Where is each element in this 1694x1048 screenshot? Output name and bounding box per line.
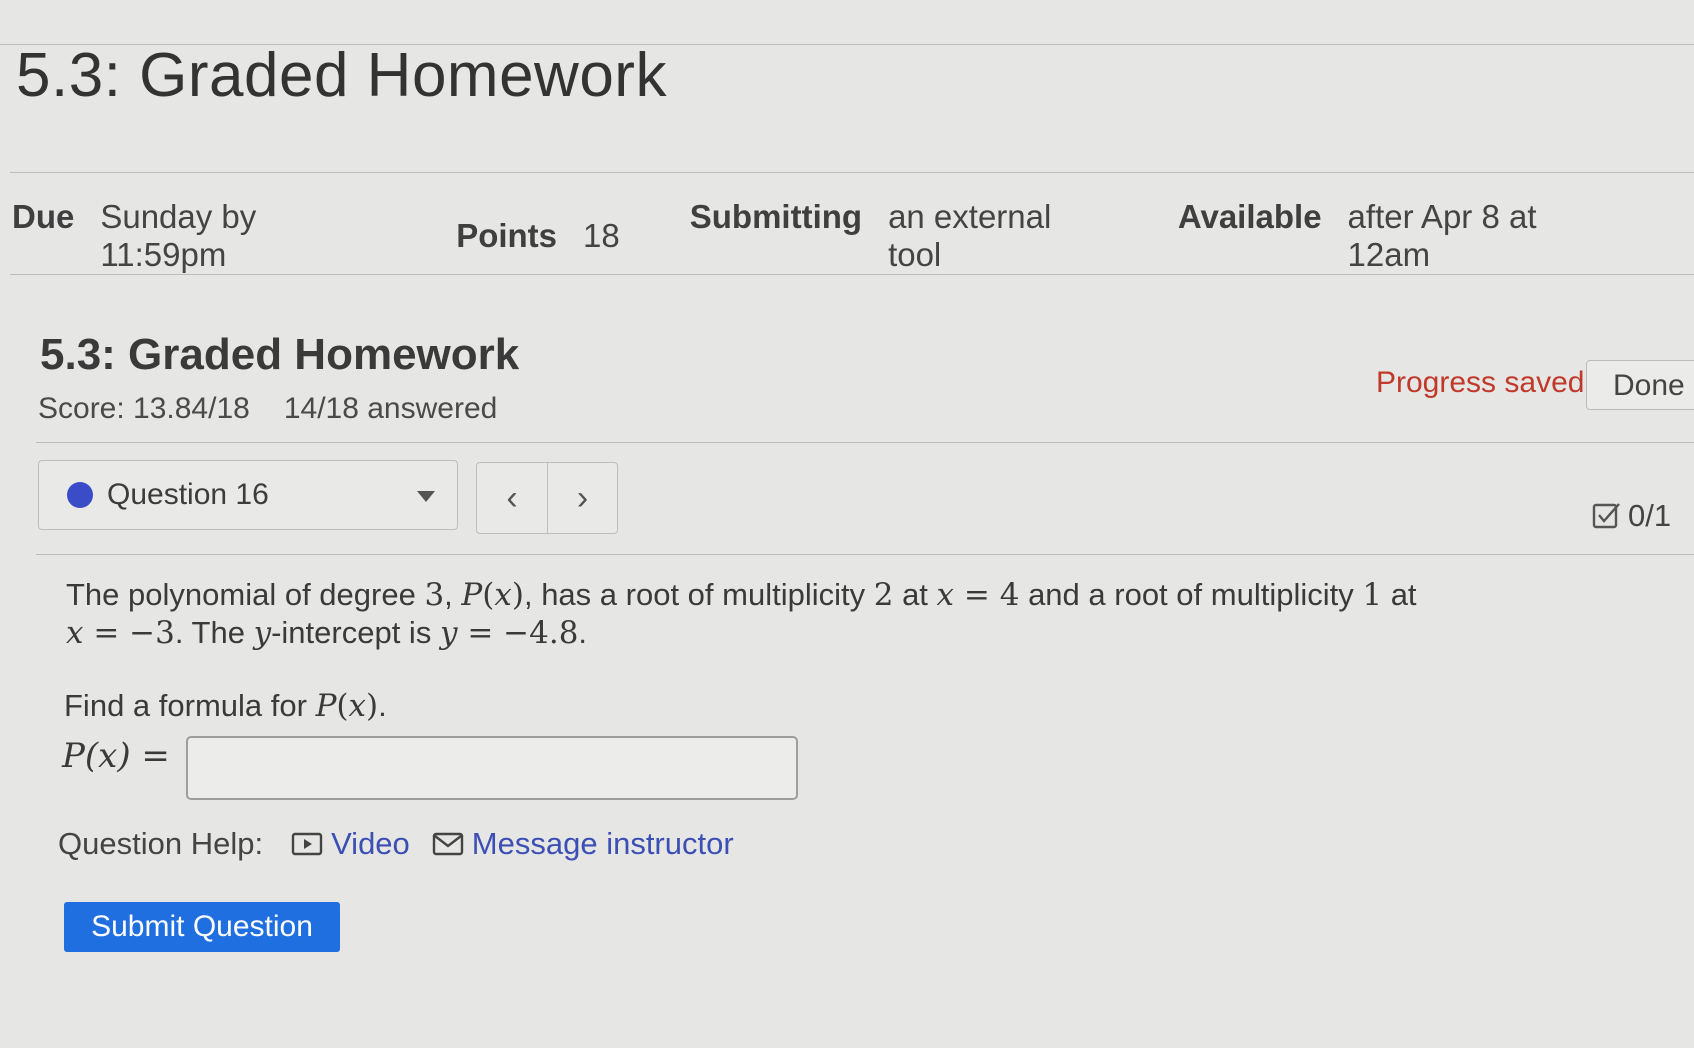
- message-instructor-label: Message instructor: [471, 826, 734, 861]
- progress-saved-status: Progress saved: [1376, 366, 1585, 399]
- question-select-label: Question 16: [107, 478, 269, 511]
- done-button[interactable]: Done: [1586, 360, 1694, 410]
- answer-input[interactable]: [186, 736, 798, 800]
- question-select[interactable]: Question 16: [38, 460, 458, 530]
- submitting-info: Submitting an external tool: [690, 198, 1108, 274]
- video-link[interactable]: Video: [291, 826, 410, 862]
- answered-count: 14/18 answered: [283, 392, 498, 425]
- assignment-details: Due Sunday by 11:59pm Points 18 Submitti…: [12, 198, 1692, 274]
- submitting-label: Submitting: [689, 198, 863, 235]
- next-question-button[interactable]: ›: [547, 463, 617, 533]
- video-icon: [291, 832, 323, 856]
- submit-question-button[interactable]: Submit Question: [64, 902, 340, 952]
- score-value: Score: 13.84/18: [38, 392, 250, 425]
- page-title: 5.3: Graded Homework: [16, 41, 667, 110]
- instruction-text: Find a formula for: [64, 688, 307, 723]
- caret-down-icon: [417, 491, 435, 502]
- chevron-left-icon: ‹: [506, 478, 518, 517]
- question-help: Question Help: Video Message instructor: [58, 826, 756, 862]
- message-instructor-link[interactable]: Message instructor: [432, 826, 734, 862]
- question-prompt: The polynomial of degree 3, P(x), has a …: [66, 577, 1417, 651]
- points-value: 18: [583, 217, 620, 254]
- divider: [36, 554, 1694, 555]
- question-nav: ‹ ›: [476, 462, 618, 534]
- points-info: Points 18: [456, 217, 620, 255]
- page: 5.3: Graded Homework Due Sunday by 11:59…: [0, 0, 1694, 1048]
- question-score-value: 0/1: [1628, 498, 1672, 533]
- divider: [10, 274, 1694, 275]
- due-label: Due: [12, 198, 75, 235]
- available-value: after Apr 8 at 12am: [1347, 198, 1537, 273]
- submitting-value: an external tool: [888, 198, 1052, 273]
- checkbox-icon: [1592, 503, 1620, 529]
- divider: [36, 442, 1694, 443]
- available-label: Available: [1177, 198, 1322, 235]
- due-info: Due Sunday by 11:59pm: [12, 198, 386, 274]
- question-score: 0/1: [1592, 498, 1671, 534]
- video-link-label: Video: [331, 826, 410, 861]
- divider: [10, 172, 1694, 173]
- mail-icon: [432, 832, 463, 856]
- score-summary: Score: 13.84/18 14/18 answered: [38, 392, 531, 426]
- question-status-dot: [67, 482, 93, 508]
- previous-question-button[interactable]: ‹: [477, 463, 547, 533]
- chevron-right-icon: ›: [576, 478, 589, 517]
- homework-title: 5.3: Graded Homework: [40, 330, 520, 379]
- available-info: Available after Apr 8 at 12am: [1178, 198, 1622, 274]
- question-help-label: Question Help:: [58, 826, 264, 861]
- points-label: Points: [456, 217, 558, 254]
- question-instruction: Find a formula for P(x).: [64, 688, 387, 724]
- due-value: Sunday by 11:59pm: [100, 198, 257, 273]
- answer-label: P(x) =: [62, 736, 170, 776]
